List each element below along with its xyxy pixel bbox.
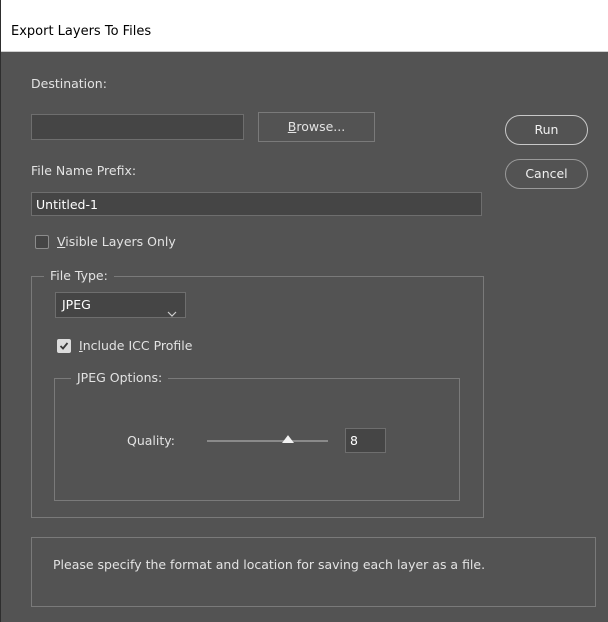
include-icc-profile-label: Include ICC Profile: [79, 338, 192, 353]
file-type-legend: File Type:: [44, 268, 114, 283]
visible-layers-only-label: Visible Layers Only: [57, 234, 176, 249]
visible-layers-only-checkbox[interactable]: [35, 235, 49, 249]
run-button[interactable]: Run: [505, 115, 588, 145]
cancel-button[interactable]: Cancel: [505, 159, 588, 189]
file-type-selected: JPEG: [62, 297, 91, 312]
slider-thumb-icon[interactable]: [282, 435, 295, 443]
window-title: Export Layers To Files: [11, 24, 152, 39]
title-bar[interactable]: Export Layers To Files: [1, 0, 608, 52]
file-name-prefix-label: File Name Prefix:: [31, 163, 137, 178]
file-name-prefix-field[interactable]: [31, 192, 482, 216]
quality-value-field[interactable]: [345, 428, 386, 453]
quality-label: Quality:: [127, 433, 175, 448]
chevron-down-icon: [167, 301, 177, 325]
check-icon: [59, 342, 69, 350]
visible-label-text: isible Layers Only: [65, 234, 176, 249]
quality-slider-track[interactable]: [207, 440, 328, 442]
file-type-select[interactable]: JPEG: [55, 292, 186, 318]
status-panel: [31, 537, 596, 607]
destination-field[interactable]: [31, 114, 244, 140]
browse-button[interactable]: Browse...: [258, 112, 375, 142]
browse-label: rowse...: [296, 119, 346, 134]
icc-label-text: nclude ICC Profile: [82, 338, 193, 353]
jpeg-options-legend: JPEG Options:: [71, 370, 169, 385]
include-icc-profile-checkbox[interactable]: [57, 339, 71, 353]
destination-label: Destination:: [31, 76, 107, 91]
status-message: Please specify the format and location f…: [53, 557, 486, 572]
export-layers-dialog: Export Layers To Files Destination: Brow…: [0, 0, 608, 622]
